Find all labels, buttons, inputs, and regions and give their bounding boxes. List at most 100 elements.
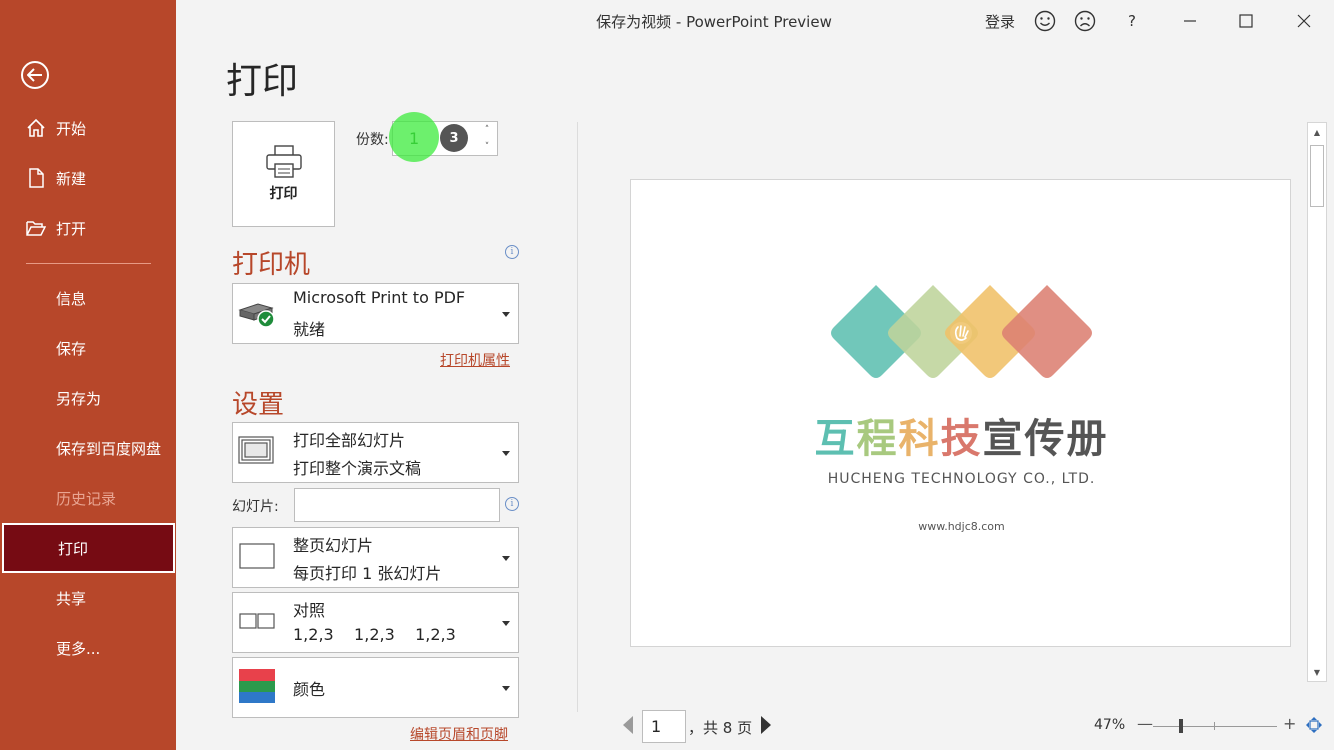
sidebar-item-print[interactable]: 打印 bbox=[2, 523, 175, 573]
new-document-icon bbox=[25, 167, 47, 189]
slide-title-part: 技 bbox=[940, 416, 983, 462]
printer-ready-icon bbox=[238, 296, 280, 332]
sidebar-item-more[interactable]: 更多... bbox=[0, 623, 176, 673]
color-swatch-icon bbox=[238, 668, 276, 708]
slide-title-part: 程 bbox=[856, 416, 899, 462]
edit-header-footer-link[interactable]: 编辑页眉和页脚 bbox=[410, 724, 508, 744]
sidebar-item-label: 保存到百度网盘 bbox=[56, 439, 162, 458]
collate-icon bbox=[238, 611, 276, 635]
fit-to-window-button[interactable] bbox=[1305, 716, 1323, 734]
zoom-slider-thumb[interactable] bbox=[1179, 719, 1183, 733]
full-page-slide-icon bbox=[238, 542, 276, 574]
previous-page-button[interactable] bbox=[623, 716, 633, 734]
slides-input[interactable] bbox=[294, 488, 500, 522]
home-icon bbox=[25, 117, 47, 139]
slide-subtitle: HUCHENG TECHNOLOGY CO., LTD. bbox=[827, 471, 1096, 487]
minimize-icon bbox=[1184, 20, 1196, 22]
print-button[interactable]: 打印 bbox=[232, 121, 335, 227]
sidebar-item-save-to-baidu[interactable]: 保存到百度网盘 bbox=[0, 423, 176, 473]
info-icon[interactable]: i bbox=[505, 245, 519, 259]
chevron-down-icon[interactable]: ˅ bbox=[485, 142, 490, 152]
login-button[interactable]: 登录 bbox=[983, 6, 1017, 36]
printer-dropdown[interactable]: Microsoft Print to PDF 就绪 bbox=[232, 283, 519, 344]
chevron-down-icon bbox=[502, 450, 510, 456]
info-icon[interactable]: i bbox=[505, 497, 519, 511]
sidebar-item-open[interactable]: 打开 bbox=[0, 203, 176, 253]
settings-heading: 设置 bbox=[232, 390, 285, 420]
print-range-title: 打印全部幻灯片 bbox=[293, 431, 406, 450]
sidebar-item-label: 历史记录 bbox=[56, 489, 117, 508]
sidebar-item-label: 新建 bbox=[56, 169, 87, 188]
smile-icon bbox=[1034, 10, 1056, 32]
slide-title: 互程科技宣传册 bbox=[631, 406, 1292, 464]
scroll-down-icon[interactable]: ▼ bbox=[1308, 663, 1326, 681]
page-total: ，共 8 页 bbox=[688, 719, 753, 737]
printer-name: Microsoft Print to PDF bbox=[293, 288, 466, 307]
panel-divider bbox=[577, 122, 578, 712]
zoom-percentage[interactable]: 47% bbox=[1094, 717, 1125, 733]
layout-dropdown[interactable]: 整页幻灯片 每页打印 1 张幻灯片 bbox=[232, 527, 519, 588]
company-logo bbox=[831, 285, 1092, 378]
collate-title: 对照 bbox=[293, 601, 326, 620]
copies-label: 份数: bbox=[356, 132, 389, 148]
back-button[interactable] bbox=[21, 61, 49, 89]
title-bar: 保存为视频 - PowerPoint Preview 登录 ? bbox=[176, 0, 1334, 42]
color-label: 颜色 bbox=[293, 679, 326, 699]
printer-status: 就绪 bbox=[293, 320, 326, 339]
zoom-slider[interactable] bbox=[1153, 726, 1277, 727]
maximize-icon bbox=[1239, 14, 1253, 28]
print-range-desc: 打印整个演示文稿 bbox=[293, 459, 422, 478]
sidebar-item-label: 信息 bbox=[56, 289, 87, 308]
fit-to-window-icon bbox=[1306, 717, 1322, 733]
sidebar-item-new[interactable]: 新建 bbox=[0, 153, 176, 203]
slide-preview: 互程科技宣传册 HUCHENG TECHNOLOGY CO., LTD. www… bbox=[630, 179, 1291, 647]
slide-title-part: 互 bbox=[814, 416, 857, 462]
page-number-input[interactable] bbox=[642, 710, 686, 743]
backstage-sidebar: 开始 新建 打开 信息 保存 另存为 保存到百度网盘 历史记录 打印 共享 更多… bbox=[0, 0, 176, 750]
zoom-out-button[interactable]: — bbox=[1137, 714, 1153, 733]
sidebar-item-label: 打开 bbox=[56, 219, 87, 238]
preview-scrollbar[interactable]: ▲ ▼ bbox=[1307, 122, 1327, 682]
next-page-button[interactable] bbox=[761, 716, 771, 734]
logo-diamond bbox=[1002, 285, 1092, 378]
sidebar-item-label: 更多... bbox=[56, 639, 101, 658]
scroll-up-icon[interactable]: ▲ bbox=[1308, 123, 1326, 141]
step-badge: 3 bbox=[440, 124, 468, 152]
sidebar-item-save[interactable]: 保存 bbox=[0, 323, 176, 373]
sidebar-item-label: 另存为 bbox=[56, 389, 102, 408]
chevron-down-icon bbox=[502, 555, 510, 561]
smile-feedback-button[interactable] bbox=[1033, 6, 1057, 36]
minimize-button[interactable] bbox=[1178, 6, 1202, 36]
sidebar-item-label: 共享 bbox=[56, 589, 87, 608]
frown-icon bbox=[1074, 10, 1096, 32]
zoom-in-button[interactable]: + bbox=[1283, 714, 1296, 733]
print-button-label: 打印 bbox=[269, 186, 298, 202]
chevron-down-icon bbox=[502, 685, 510, 691]
sidebar-item-label: 保存 bbox=[56, 339, 87, 358]
zoom-slider-midmark bbox=[1214, 722, 1215, 730]
help-button[interactable]: ? bbox=[1122, 6, 1142, 36]
layout-title: 整页幻灯片 bbox=[293, 536, 374, 555]
slides-stack-icon bbox=[238, 435, 276, 470]
collate-dropdown[interactable]: 对照 1,2,3 1,2,3 1,2,3 bbox=[232, 592, 519, 653]
sidebar-item-info[interactable]: 信息 bbox=[0, 273, 176, 323]
maximize-button[interactable] bbox=[1234, 6, 1258, 36]
sidebar-item-share[interactable]: 共享 bbox=[0, 573, 176, 623]
scrollbar-thumb[interactable] bbox=[1310, 145, 1324, 207]
chevron-up-icon[interactable]: ˄ bbox=[485, 125, 490, 135]
sidebar-item-home[interactable]: 开始 bbox=[0, 103, 176, 153]
frown-feedback-button[interactable] bbox=[1073, 6, 1097, 36]
printer-icon bbox=[265, 145, 302, 178]
sidebar-divider bbox=[26, 263, 151, 264]
sidebar-item-save-as[interactable]: 另存为 bbox=[0, 373, 176, 423]
sidebar-item-history: 历史记录 bbox=[0, 473, 176, 523]
chevron-down-icon bbox=[502, 311, 510, 317]
sidebar-item-label: 开始 bbox=[56, 119, 87, 138]
color-dropdown[interactable]: 颜色 bbox=[232, 657, 519, 718]
close-button[interactable] bbox=[1292, 6, 1316, 36]
layout-desc: 每页打印 1 张幻灯片 bbox=[293, 564, 442, 583]
print-range-dropdown[interactable]: 打印全部幻灯片 打印整个演示文稿 bbox=[232, 422, 519, 483]
printer-properties-link[interactable]: 打印机属性 bbox=[440, 350, 510, 370]
slide-title-part: 科 bbox=[898, 416, 941, 462]
folder-open-icon bbox=[25, 217, 47, 239]
